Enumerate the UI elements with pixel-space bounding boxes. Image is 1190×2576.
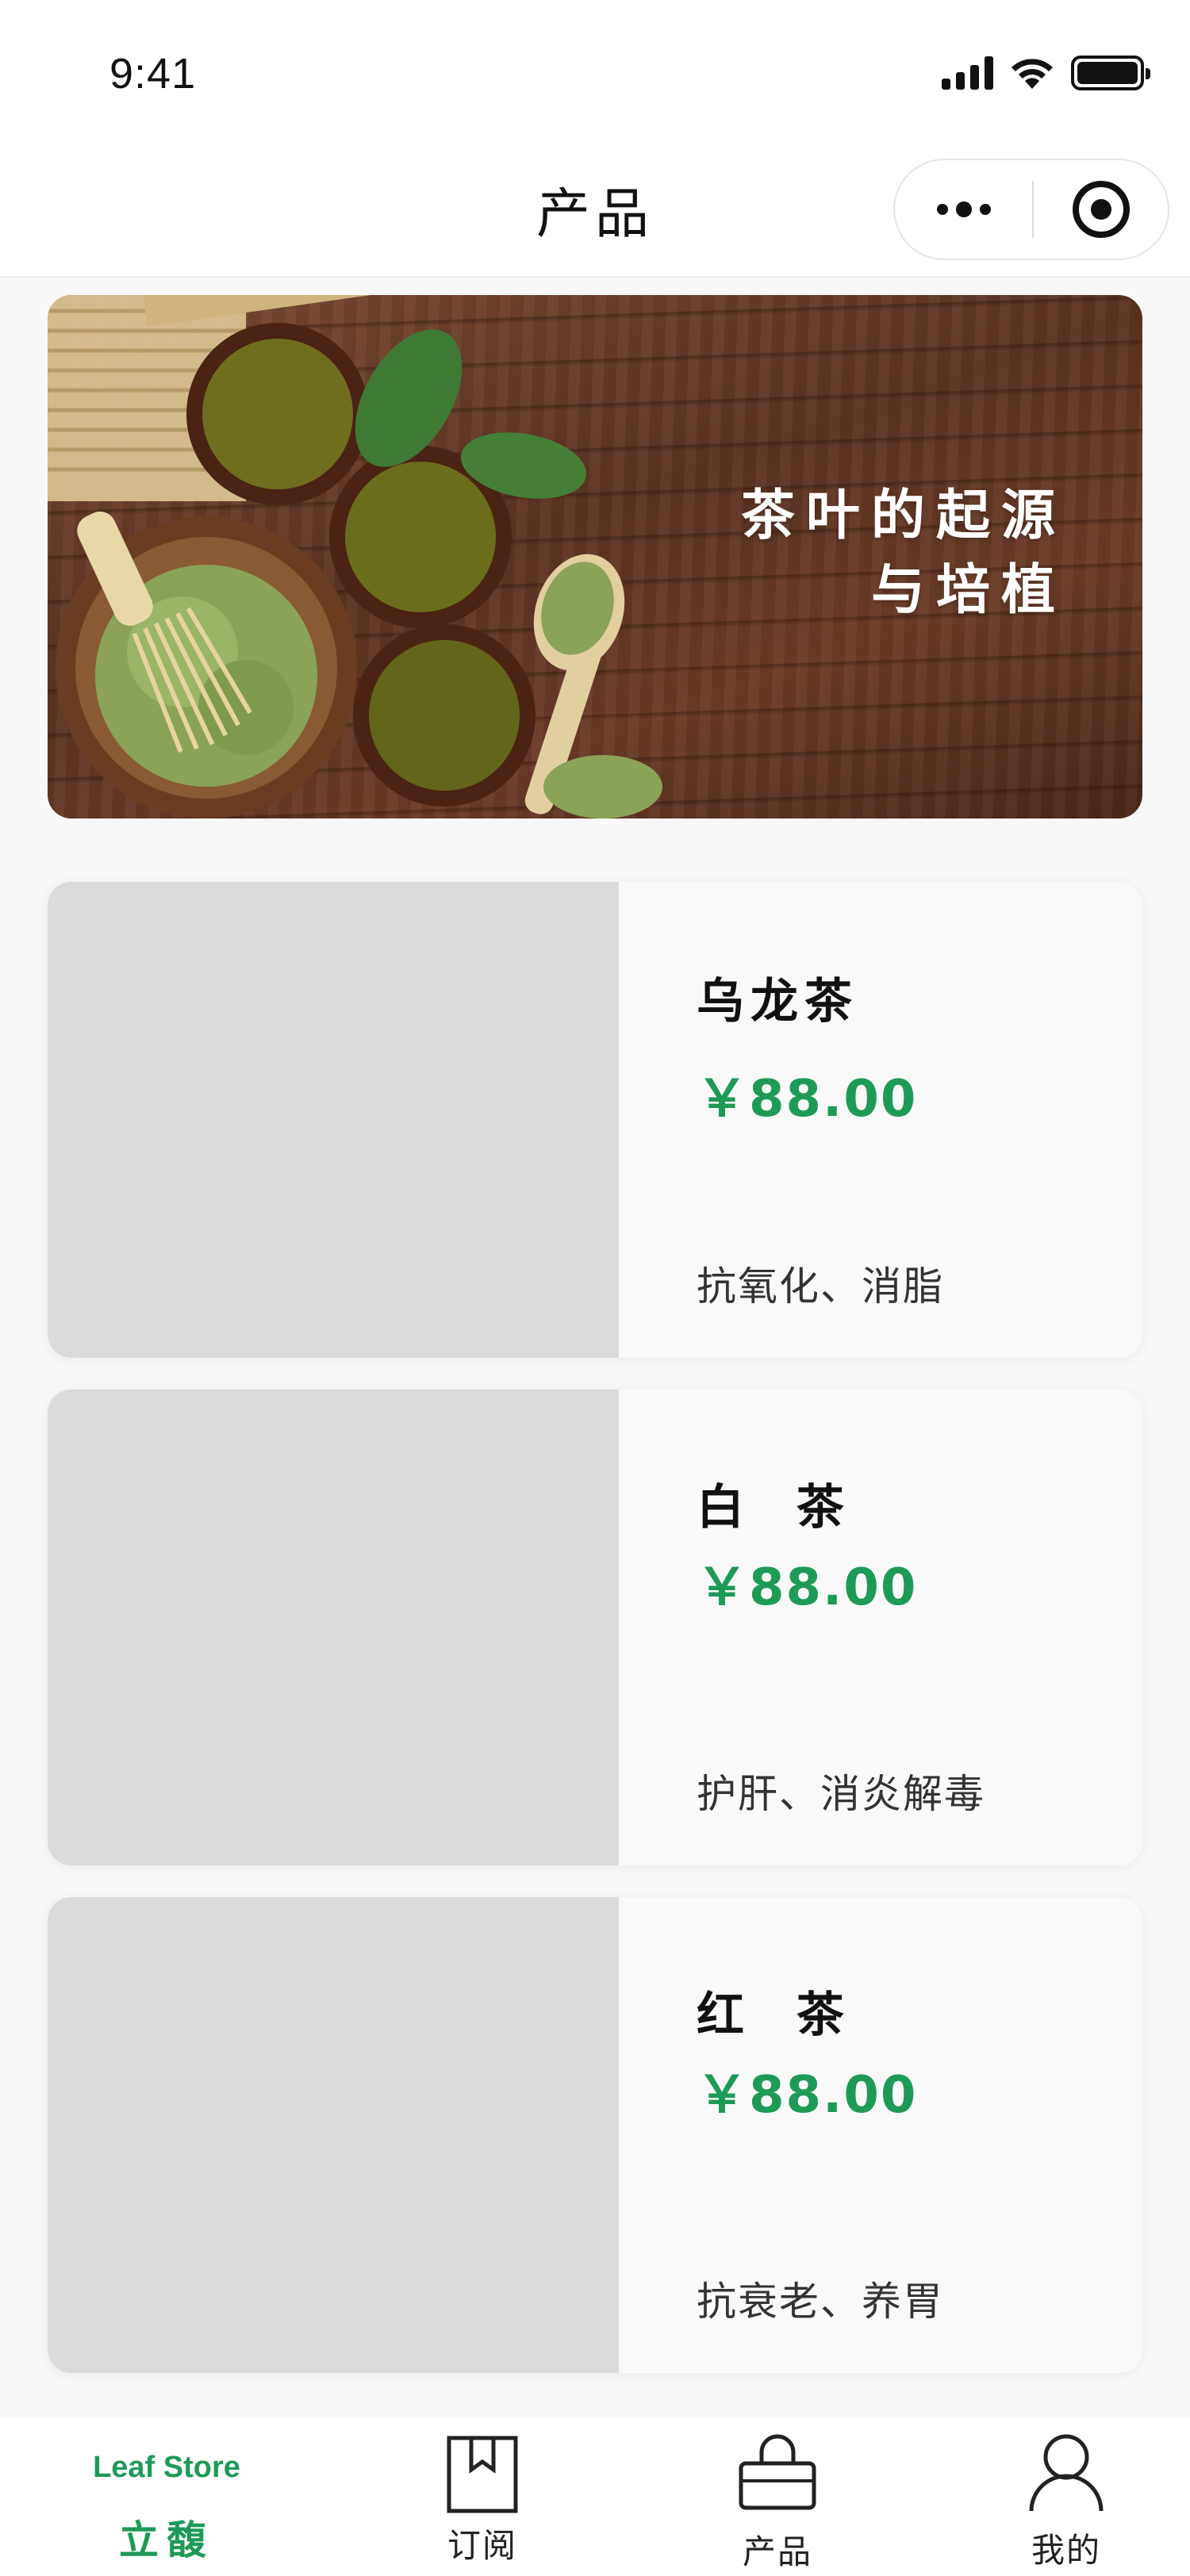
- product-price: ￥88.00: [697, 2066, 918, 2125]
- product-image: [48, 1897, 619, 2373]
- product-info: 白 茶 ￥88.00 护肝、消炎解毒: [619, 1390, 1142, 1865]
- product-image: [48, 1390, 619, 1865]
- product-name: 乌龙茶: [697, 974, 858, 1029]
- product-description: 抗氧化、消脂: [697, 1263, 944, 1309]
- product-name: 白 茶: [697, 1480, 850, 1535]
- bookmark-icon: [447, 2436, 518, 2513]
- navigation-bar: 产品: [0, 143, 1190, 278]
- product-description: 抗衰老、养胃: [697, 2279, 944, 2325]
- tab-label: 我的: [1031, 2531, 1101, 2570]
- brand-logo-text: Leaf Store: [93, 2451, 240, 2484]
- product-info: 红 茶 ￥88.00 抗衰老、养胃: [619, 1897, 1142, 2373]
- battery-icon: [1071, 56, 1150, 90]
- product-image: [48, 882, 619, 1358]
- banner[interactable]: 茶叶的起源 与培植: [48, 295, 1142, 818]
- product-name: 红 茶: [697, 1988, 850, 2043]
- product-card[interactable]: 乌龙茶 ￥88.00 抗氧化、消脂: [48, 882, 1142, 1358]
- tab-products[interactable]: 产品: [682, 2417, 873, 2576]
- product-info: 乌龙茶 ￥88.00 抗氧化、消脂: [619, 882, 1142, 1358]
- close-button[interactable]: [1034, 160, 1168, 259]
- wifi-icon: [1012, 59, 1053, 89]
- banner-title: 茶叶的起源 与培植: [740, 485, 1066, 622]
- product-card[interactable]: 白 茶 ￥88.00 护肝、消炎解毒: [48, 1390, 1142, 1865]
- user-icon: [1029, 2434, 1104, 2512]
- status-icons: [942, 52, 1150, 94]
- status-time: 9:41: [109, 50, 197, 98]
- tab-label: 订阅: [447, 2526, 517, 2565]
- product-price: ￥88.00: [697, 1070, 918, 1129]
- brand-name-cn: 立馥: [119, 2517, 214, 2563]
- product-description: 护肝、消炎解毒: [697, 1771, 985, 1817]
- mini-program-capsule: [893, 159, 1169, 260]
- tab-bar: Leaf Store 立馥 订阅 产品 我的: [0, 2417, 1190, 2576]
- tab-home[interactable]: Leaf Store 立馥: [48, 2417, 286, 2576]
- tab-subscribe[interactable]: 订阅: [387, 2417, 578, 2576]
- cellular-signal-icon: [942, 56, 993, 90]
- status-bar: 9:41: [0, 0, 1190, 143]
- more-button[interactable]: [895, 160, 1032, 259]
- shopping-bag-icon: [739, 2434, 816, 2510]
- product-price: ￥88.00: [697, 1558, 918, 1617]
- target-icon: [1072, 181, 1130, 238]
- tab-profile[interactable]: 我的: [971, 2417, 1161, 2576]
- product-card[interactable]: 红 茶 ￥88.00 抗衰老、养胃: [48, 1897, 1142, 2373]
- tab-label: 产品: [742, 2532, 812, 2571]
